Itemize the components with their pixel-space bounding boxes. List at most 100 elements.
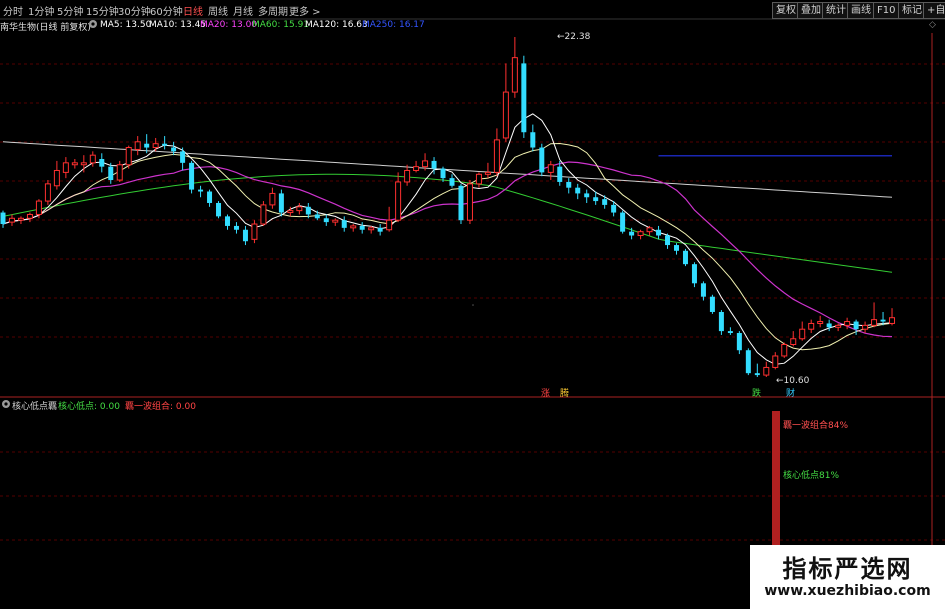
- ma120-label: MA120: 16.63: [305, 20, 368, 30]
- candle: [189, 160, 195, 194]
- gear-icon[interactable]: [88, 19, 98, 32]
- candle-body: [611, 204, 617, 213]
- candle-body: [305, 206, 311, 215]
- candle: [341, 216, 347, 232]
- tab-daily[interactable]: 日线: [183, 3, 203, 18]
- candle: [251, 220, 258, 244]
- gear-icon[interactable]: [1, 399, 11, 412]
- candle-body: [629, 231, 635, 236]
- candle-body: [287, 210, 294, 214]
- add-watchlist-button[interactable]: +自选: [923, 2, 945, 19]
- candle: [44, 180, 51, 205]
- candle: [584, 189, 590, 203]
- candle: [826, 319, 832, 332]
- candle-body: [736, 333, 742, 351]
- candle-body: [763, 366, 770, 376]
- statistics-button[interactable]: 统计: [822, 2, 850, 19]
- candle: [862, 321, 869, 334]
- candle-body: [502, 91, 509, 139]
- candle-body: [844, 321, 851, 326]
- tab-15min[interactable]: 15分钟: [86, 3, 119, 18]
- candle-body: [71, 162, 78, 166]
- candle-body: [216, 202, 222, 217]
- candle-body: [359, 225, 365, 230]
- candle: [180, 147, 186, 171]
- candle-body: [521, 63, 527, 133]
- kline-chart[interactable]: [0, 0, 945, 609]
- candle-body: [413, 166, 420, 171]
- candle-body: [602, 199, 608, 205]
- candle: [296, 202, 303, 215]
- candle-body: [835, 324, 842, 328]
- diamond-icon[interactable]: ◇: [929, 20, 936, 30]
- candle-body: [152, 143, 159, 149]
- candle: [665, 233, 671, 249]
- candle-body: [233, 225, 239, 230]
- candle-body: [116, 164, 123, 181]
- tab-60min[interactable]: 60分钟: [150, 3, 183, 18]
- overlay-button[interactable]: 叠加: [797, 2, 825, 19]
- tab-1min[interactable]: 1分钟: [28, 3, 54, 18]
- candle: [359, 222, 365, 234]
- candle-body: [134, 141, 141, 150]
- candle: [718, 310, 724, 335]
- candle-body: [251, 223, 258, 240]
- watermark-url: www.xuezhibiao.com: [764, 583, 931, 599]
- candle-body: [700, 283, 706, 297]
- candle-body: [162, 143, 168, 146]
- candle-body: [62, 162, 69, 173]
- candle-body: [431, 160, 437, 169]
- candle: [0, 210, 6, 228]
- candle-body: [466, 183, 473, 221]
- candle: [71, 159, 78, 169]
- ma10-line: [2, 142, 893, 351]
- candle-body: [99, 159, 105, 167]
- stray-dot: [472, 304, 474, 306]
- f10-button[interactable]: F10: [873, 2, 900, 19]
- candle: [225, 214, 230, 230]
- candle: [493, 128, 500, 177]
- candle-body: [593, 197, 599, 202]
- tab-weekly[interactable]: 周线: [208, 3, 228, 18]
- tab-30min[interactable]: 30分钟: [118, 3, 151, 18]
- tab-monthly[interactable]: 月线: [233, 3, 253, 18]
- draw-line-button[interactable]: 画线: [847, 2, 875, 19]
- candle: [772, 352, 779, 370]
- candle-body: [575, 187, 581, 194]
- tab-more[interactable]: 更多 >: [289, 3, 321, 18]
- candle: [8, 214, 15, 226]
- candle: [646, 225, 653, 236]
- candle-body: [225, 216, 230, 226]
- tab-multi-period[interactable]: 多周期: [258, 3, 288, 18]
- candle: [889, 308, 896, 326]
- indicator-bar-label-core: 核心低点81%: [783, 471, 840, 481]
- low-price-marker: ←10.60: [776, 376, 810, 386]
- candle: [484, 162, 491, 179]
- mark-button[interactable]: 标记: [898, 2, 926, 19]
- candle-body: [745, 350, 751, 374]
- ma-legend: 南华生物(日线 前复权) MA5: 13.50 MA10: 13.45 MA20…: [0, 19, 945, 33]
- candle-body: [207, 191, 213, 203]
- candle: [539, 143, 545, 177]
- restore-rights-button[interactable]: 复权: [772, 2, 800, 19]
- candle-body: [395, 181, 402, 221]
- candle-body: [125, 147, 132, 166]
- candle-body: [718, 311, 724, 332]
- candle-body: [530, 132, 536, 148]
- candle: [521, 55, 527, 138]
- indicator-line2: 覊一波组合: 0.00: [125, 402, 196, 412]
- candle: [171, 141, 177, 156]
- candle: [377, 224, 383, 236]
- candle: [547, 160, 554, 181]
- candle-body: [386, 219, 393, 231]
- tab-5min[interactable]: 5分钟: [57, 3, 83, 18]
- candle-body: [323, 218, 329, 223]
- candle-body: [566, 181, 572, 188]
- candle-body: [269, 192, 276, 206]
- candle: [134, 136, 141, 156]
- indicator-line1: 核心低点: 0.00: [58, 402, 120, 412]
- indicator-name: 核心低点覊: [12, 402, 58, 412]
- candle-body: [871, 319, 878, 326]
- candle: [620, 210, 626, 234]
- tab-fenshi[interactable]: 分时: [3, 3, 23, 18]
